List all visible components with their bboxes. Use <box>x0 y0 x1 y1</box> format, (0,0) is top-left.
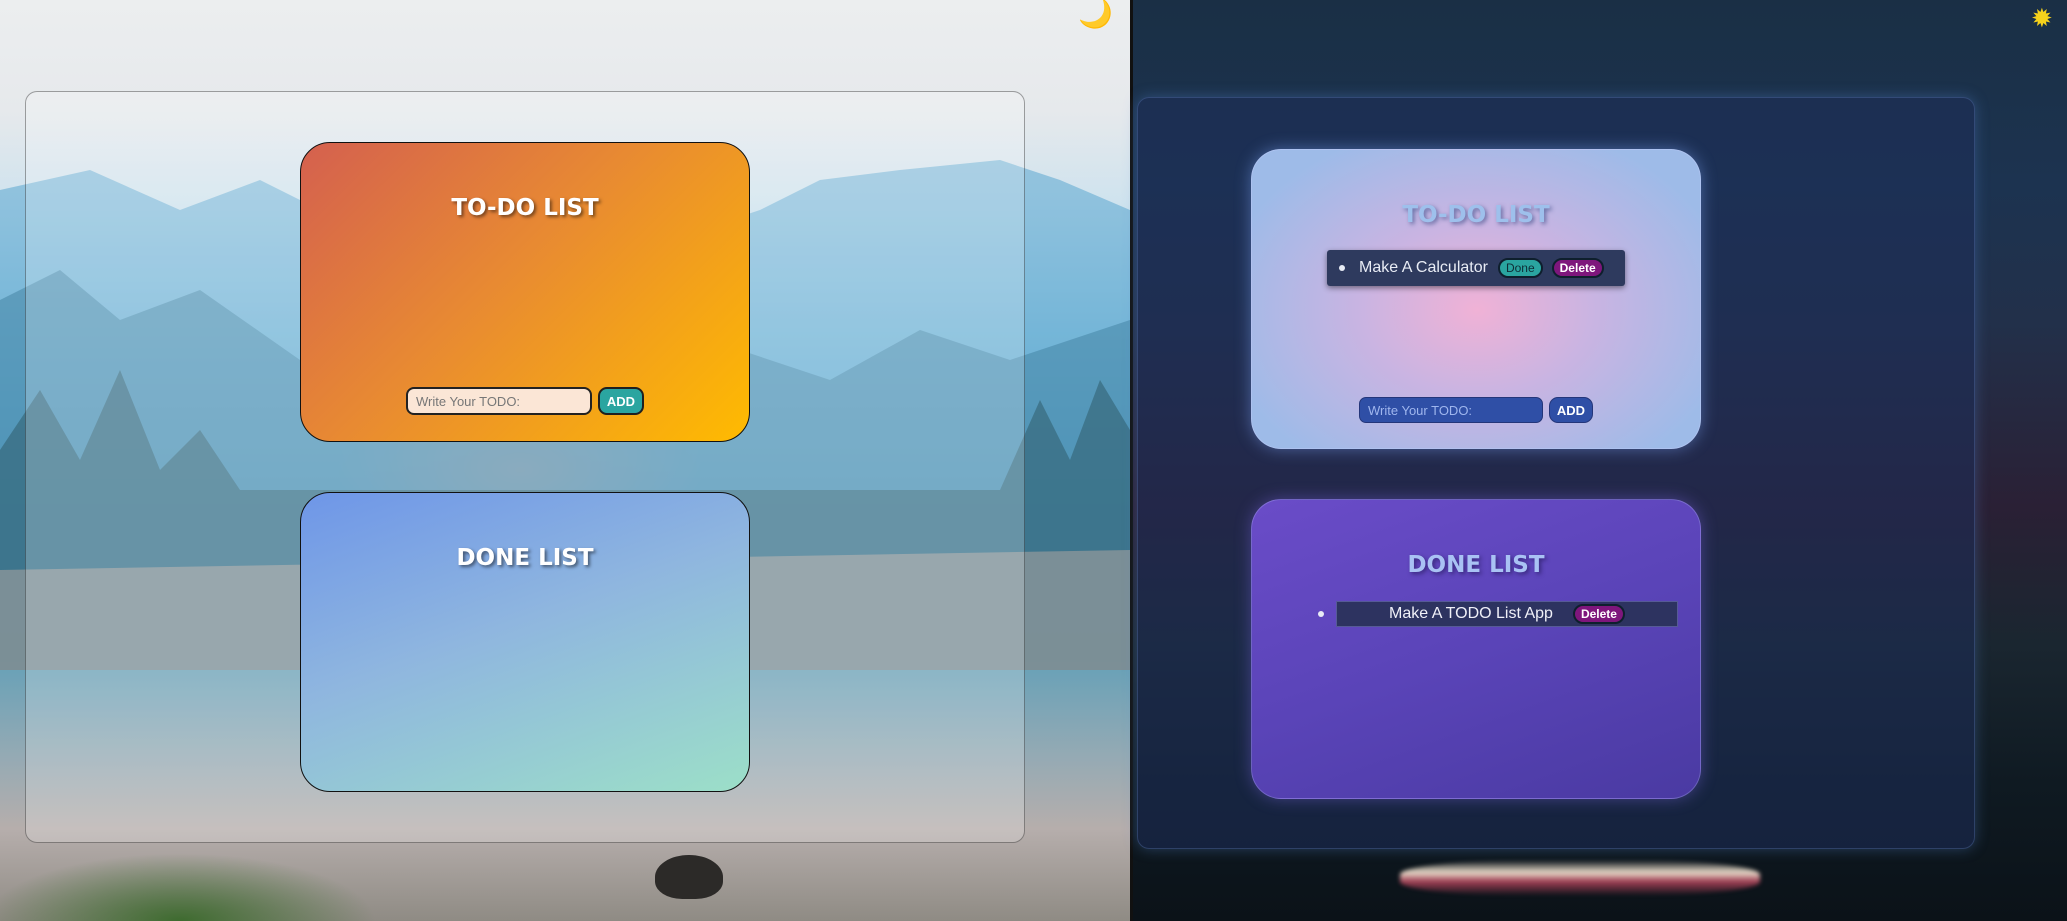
todo-input[interactable]: Write Your TODO: <box>406 387 592 415</box>
done-card-dark: DONE LIST Make A TODO List App Delete <box>1251 499 1701 799</box>
foreground-rock <box>655 855 723 899</box>
todo-title: TO-DO LIST <box>451 195 599 221</box>
todo-input[interactable]: Write Your TODO: <box>1359 397 1543 423</box>
done-item-text: Make A TODO List App <box>1389 605 1553 622</box>
todo-card-dark: TO-DO LIST Make A Calculator Done Delete… <box>1251 149 1701 449</box>
done-button[interactable]: Done <box>1497 258 1543 278</box>
add-button[interactable]: ADD <box>598 387 644 415</box>
todo-title: TO-DO LIST <box>1402 202 1550 228</box>
todo-list-item: Make A Calculator Done Delete <box>1327 250 1625 286</box>
done-title: DONE LIST <box>456 545 594 571</box>
delete-button[interactable]: Delete <box>1572 604 1625 624</box>
bullet-icon <box>1318 611 1324 617</box>
bullet-icon <box>1339 265 1345 271</box>
sun-icon[interactable]: ✹ <box>2031 5 2053 31</box>
add-todo-row: Write Your TODO: ADD <box>1252 397 1700 423</box>
done-item-box: Make A TODO List App Delete <box>1336 601 1678 627</box>
add-button[interactable]: ADD <box>1549 397 1593 423</box>
delete-button[interactable]: Delete <box>1551 258 1604 278</box>
todo-item-text: Make A Calculator <box>1359 259 1488 276</box>
todo-card-light: TO-DO LIST Write Your TODO: ADD <box>300 142 750 442</box>
done-card-light: DONE LIST <box>300 492 750 792</box>
done-title: DONE LIST <box>1407 552 1545 578</box>
add-todo-row: Write Your TODO: ADD <box>301 387 749 415</box>
done-list-item: Make A TODO List App Delete <box>1318 601 1678 627</box>
moon-icon[interactable]: 🌙 <box>1078 0 1113 28</box>
water-reflection <box>1400 860 1760 896</box>
